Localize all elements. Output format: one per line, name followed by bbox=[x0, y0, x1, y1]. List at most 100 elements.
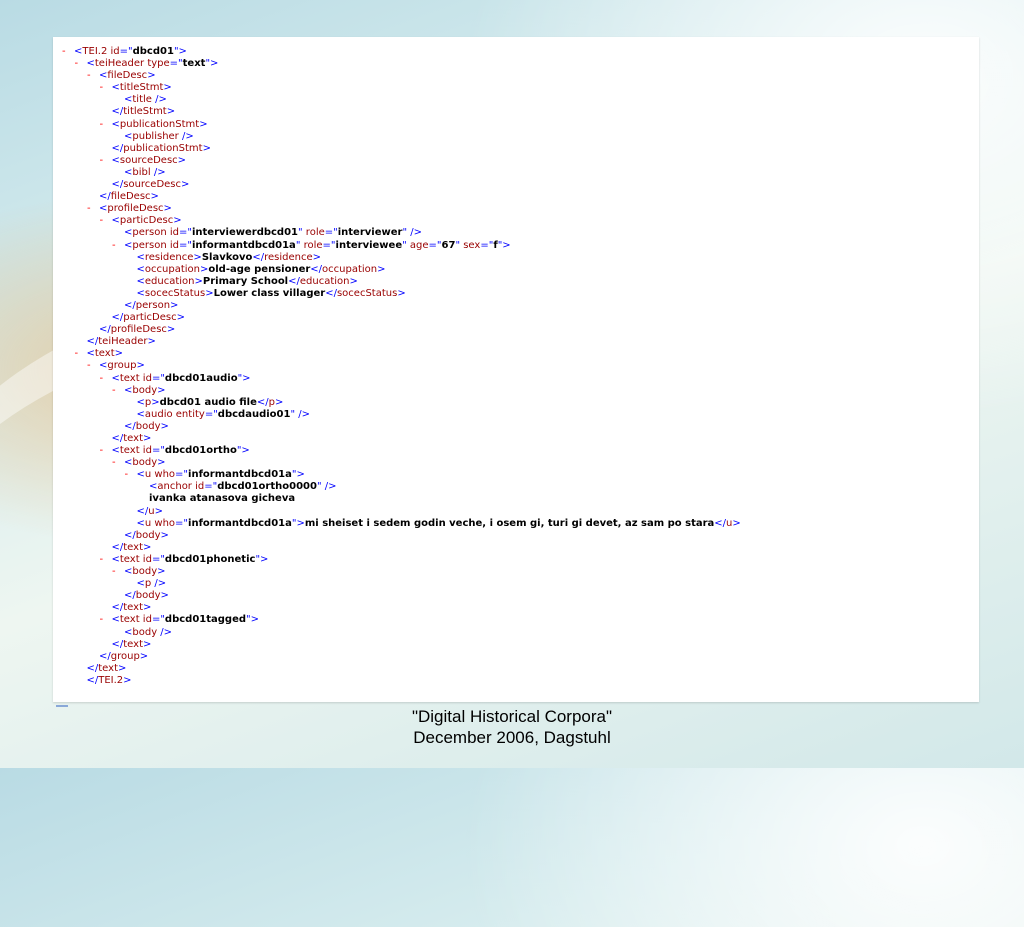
xml-node-text: <person id="informantdbcd01a" role="inte… bbox=[124, 239, 511, 251]
xml-line: </group> bbox=[62, 651, 741, 663]
xml-line: </profileDesc> bbox=[62, 324, 741, 336]
collapse-toggle[interactable]: - bbox=[125, 469, 137, 481]
xml-line: - <person id="informantdbcd01a" role="int… bbox=[62, 240, 741, 252]
xml-line: - <TEI.2 id="dbcd01"> bbox=[62, 46, 741, 58]
xml-node-text: <text id="dbcd01tagged"> bbox=[111, 614, 260, 626]
collapse-toggle[interactable]: - bbox=[100, 82, 112, 94]
xml-node-text: </text> bbox=[111, 638, 152, 650]
xml-node-text: <anchor id="dbcd01ortho0000" /> bbox=[149, 481, 337, 493]
xml-line: <education>Primary School</education> bbox=[62, 276, 741, 288]
collapse-toggle[interactable]: - bbox=[100, 155, 112, 167]
xml-node-text: <p /> bbox=[136, 578, 167, 590]
collapse-toggle[interactable]: - bbox=[100, 373, 112, 385]
xml-node-text: </sourceDesc> bbox=[111, 179, 190, 191]
xml-node-text: </profileDesc> bbox=[99, 324, 176, 336]
xml-line: </body> bbox=[62, 590, 741, 602]
xml-line: </publicationStmt> bbox=[62, 143, 741, 155]
collapse-toggle[interactable]: - bbox=[100, 445, 112, 457]
xml-line: </text> bbox=[62, 433, 741, 445]
xml-node-text: <sourceDesc> bbox=[111, 154, 187, 166]
xml-node-text: </TEI.2> bbox=[86, 674, 132, 686]
xml-node-text: <titleStmt> bbox=[111, 82, 172, 94]
xml-line: <u who="informantdbcd01a">mi sheiset i s… bbox=[62, 518, 741, 530]
xml-tree: - <TEI.2 id="dbcd01"> - <teiHeader type="te… bbox=[62, 46, 741, 687]
collapse-toggle[interactable]: - bbox=[87, 203, 99, 215]
collapse-toggle[interactable]: - bbox=[112, 240, 124, 252]
collapse-toggle[interactable]: - bbox=[112, 457, 124, 469]
xml-node-text: <bibl /> bbox=[124, 166, 166, 178]
xml-line: </text> bbox=[62, 542, 741, 554]
xml-node-text: <body> bbox=[124, 457, 166, 469]
xml-line: <socecStatus>Lower class villager</socec… bbox=[62, 288, 741, 300]
xml-node-text: <body> bbox=[124, 384, 166, 396]
xml-line: - <text> bbox=[62, 348, 741, 360]
collapse-toggle[interactable]: - bbox=[87, 70, 99, 82]
xml-line: - <profileDesc> bbox=[62, 203, 741, 215]
xml-line: - <fileDesc> bbox=[62, 70, 741, 82]
xml-node-text: </fileDesc> bbox=[99, 191, 159, 203]
xml-line: ivanka atanasova gicheva bbox=[62, 493, 741, 505]
xml-node-text: <audio entity="dbcdaudio01" /> bbox=[136, 408, 310, 420]
xml-node-text: <body> bbox=[124, 566, 166, 578]
xml-node-text: <socecStatus>Lower class villager</socec… bbox=[136, 287, 406, 299]
xml-node-text: </body> bbox=[124, 590, 169, 602]
collapse-toggle[interactable]: - bbox=[75, 348, 87, 360]
xml-line: <anchor id="dbcd01ortho0000" /> bbox=[62, 481, 741, 493]
xml-line: - <teiHeader type="text"> bbox=[62, 58, 741, 70]
collapse-toggle[interactable]: - bbox=[100, 119, 112, 131]
xml-node-text: </body> bbox=[124, 420, 169, 432]
xml-line: <p>dbcd01 audio file</p> bbox=[62, 397, 741, 409]
xml-node-text: <teiHeader type="text"> bbox=[86, 58, 219, 70]
slide-footer: "Digital Historical Corpora" December 20… bbox=[0, 706, 1024, 748]
xml-node-text: <person id="interviewerdbcd01" role="int… bbox=[124, 227, 422, 239]
xml-line: </titleStmt> bbox=[62, 106, 741, 118]
xml-line: <bibl /> bbox=[62, 167, 741, 179]
xml-line: <occupation>old-age pensioner</occupatio… bbox=[62, 264, 741, 276]
xml-node-text: ivanka atanasova gicheva bbox=[149, 493, 296, 505]
collapse-toggle[interactable]: - bbox=[100, 554, 112, 566]
xml-node-text: <body /> bbox=[124, 626, 173, 638]
xml-node-text: <u who="informantdbcd01a"> bbox=[136, 469, 305, 481]
collapse-toggle[interactable]: - bbox=[75, 58, 87, 70]
xml-line: - <titleStmt> bbox=[62, 82, 741, 94]
xml-line: </text> bbox=[62, 602, 741, 614]
xml-node-text: <publisher /> bbox=[124, 130, 194, 142]
xml-line: </text> bbox=[62, 639, 741, 651]
xml-line: </person> bbox=[62, 300, 741, 312]
xml-node-text: </text> bbox=[111, 541, 152, 553]
xml-node-text: </titleStmt> bbox=[111, 106, 176, 118]
xml-node-text: <group> bbox=[99, 360, 145, 372]
xml-node-text: </body> bbox=[124, 529, 169, 541]
xml-node-text: <residence>Slavkovo</residence> bbox=[136, 251, 322, 263]
xml-line: - <group> bbox=[62, 360, 741, 372]
xml-line: - <text id="dbcd01ortho"> bbox=[62, 445, 741, 457]
xml-node-text: <p>dbcd01 audio file</p> bbox=[136, 396, 284, 408]
xml-node-text: </publicationStmt> bbox=[111, 142, 211, 154]
xml-node-text: <text id="dbcd01ortho"> bbox=[111, 445, 250, 457]
collapse-toggle[interactable]: - bbox=[112, 385, 124, 397]
xml-node-text: <text id="dbcd01audio"> bbox=[111, 372, 251, 384]
xml-node-text: <particDesc> bbox=[111, 215, 182, 227]
xml-node-text: </text> bbox=[111, 602, 152, 614]
collapse-toggle[interactable]: - bbox=[100, 215, 112, 227]
xml-line: - <text id="dbcd01phonetic"> bbox=[62, 554, 741, 566]
collapse-toggle[interactable]: - bbox=[112, 566, 124, 578]
collapse-toggle[interactable]: - bbox=[62, 46, 74, 58]
collapse-toggle[interactable]: - bbox=[100, 614, 112, 626]
xml-node-text: </person> bbox=[124, 299, 179, 311]
xml-line: </teiHeader> bbox=[62, 336, 741, 348]
xml-node-text: <fileDesc> bbox=[99, 70, 156, 82]
xml-line: </u> bbox=[62, 506, 741, 518]
xml-line: </particDesc> bbox=[62, 312, 741, 324]
collapse-toggle[interactable]: - bbox=[87, 360, 99, 372]
footer-title: "Digital Historical Corpora" bbox=[411, 707, 613, 726]
xml-node-text: </teiHeader> bbox=[86, 336, 156, 348]
xml-line: </fileDesc> bbox=[62, 191, 741, 203]
xml-viewer-panel: - <TEI.2 id="dbcd01"> - <teiHeader type="te… bbox=[53, 37, 979, 702]
xml-node-text: <text id="dbcd01phonetic"> bbox=[111, 553, 269, 565]
xml-node-text: </text> bbox=[86, 662, 127, 674]
xml-line: - <particDesc> bbox=[62, 215, 741, 227]
xml-node-text: <text> bbox=[86, 348, 124, 360]
xml-line: </body> bbox=[62, 530, 741, 542]
xml-line: </text> bbox=[62, 663, 741, 675]
